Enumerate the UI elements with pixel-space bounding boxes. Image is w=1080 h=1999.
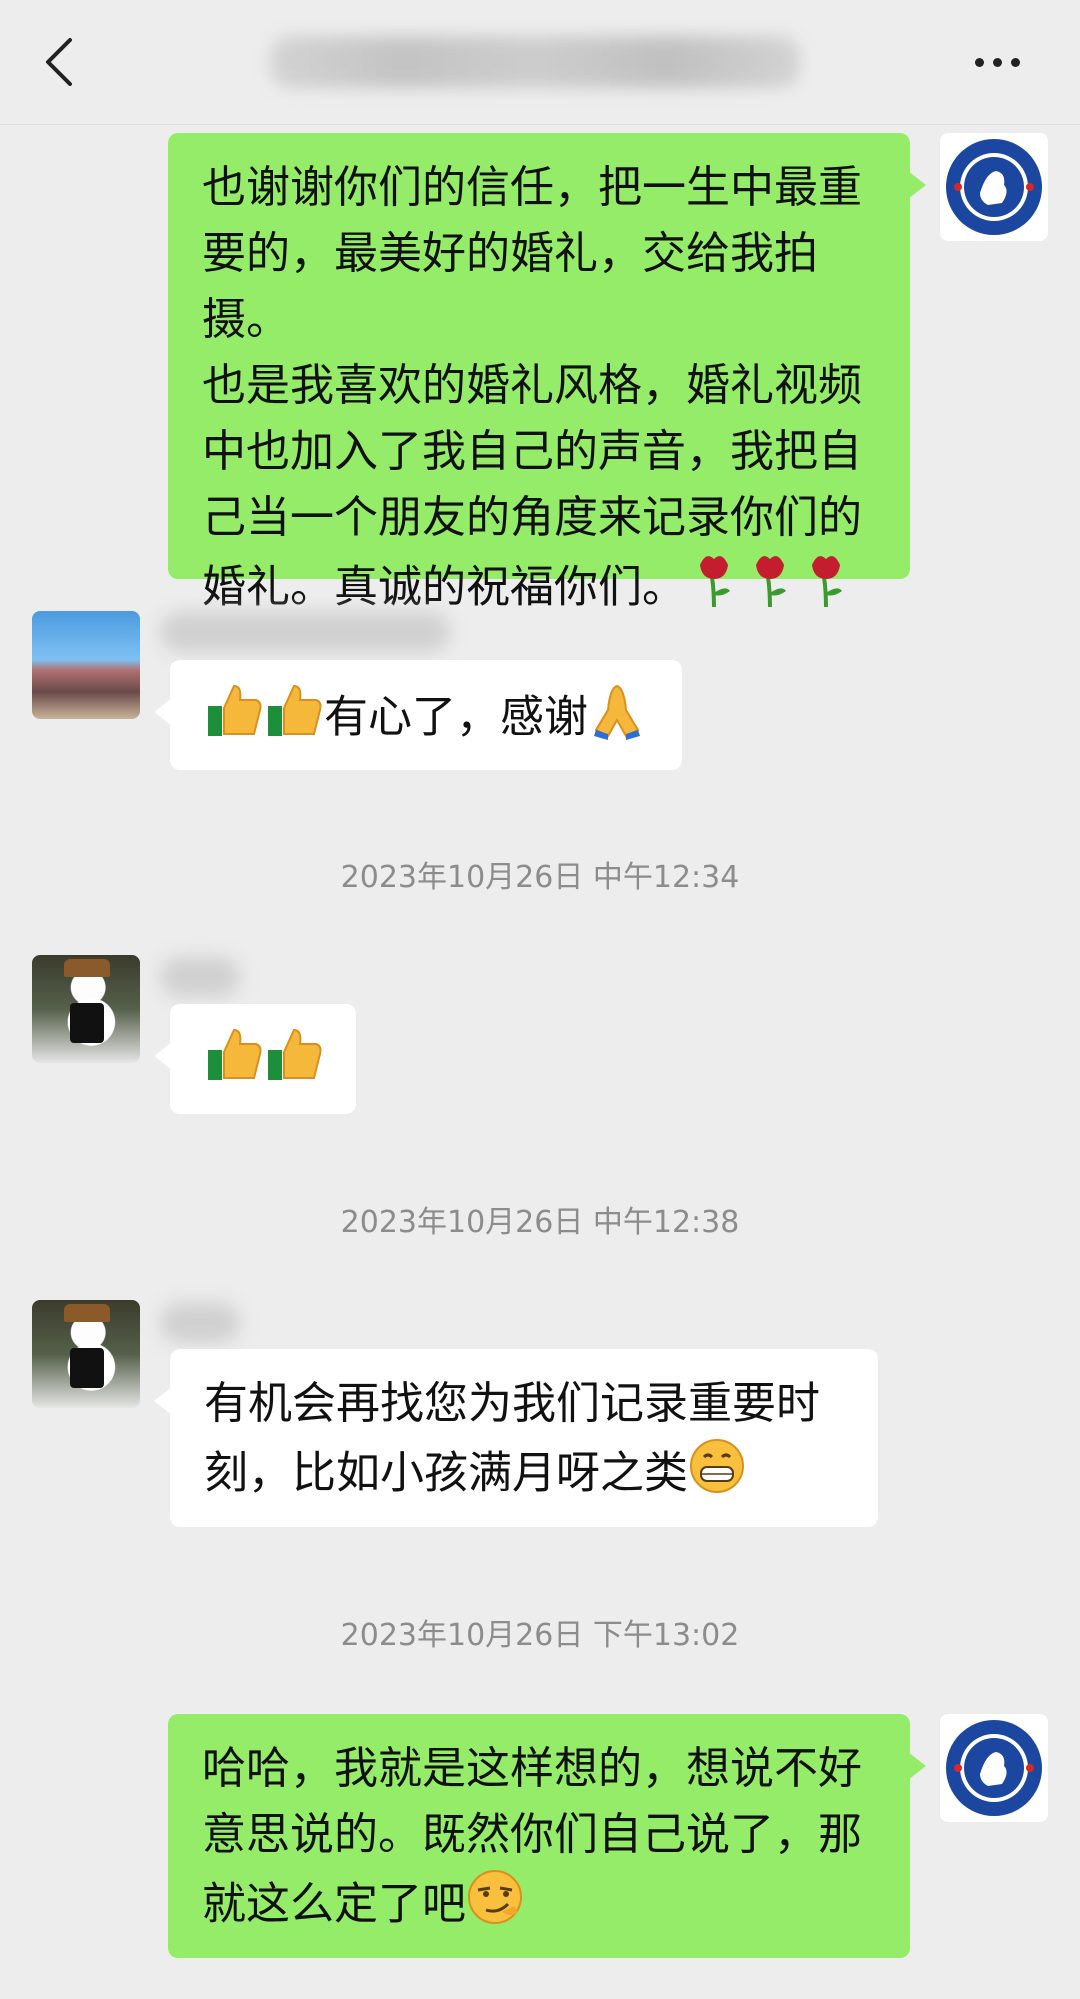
smirking-face-icon [466, 1868, 524, 1945]
rose-icon [742, 551, 798, 628]
chevron-left-icon[interactable] [40, 34, 80, 90]
ellipsis-icon[interactable] [975, 52, 1035, 72]
message-bubble-self[interactable]: 哈哈，我就是这样想的，想说不好 意思说的。既然你们自己说了，那 就这么定了吧 [168, 1714, 926, 1958]
message-text: 有心了，感谢 [324, 691, 588, 743]
rose-icon [798, 551, 854, 628]
folded-hands-icon [588, 680, 646, 759]
thumbs-up-icon [264, 680, 324, 759]
timestamp: 2023年10月26日 下午13:02 [340, 1618, 740, 1653]
thumbs-up-icon [204, 1024, 264, 1103]
avatar-contact-2[interactable] [32, 1300, 140, 1408]
avatar-contact-1[interactable] [32, 611, 140, 719]
avatar-chelsea[interactable] [940, 1714, 1048, 1822]
sender-name [160, 957, 240, 997]
avatar-contact-2[interactable] [32, 955, 140, 1063]
message-bubble-other[interactable] [154, 1004, 356, 1114]
chat-title [270, 36, 800, 88]
chat-header [0, 0, 1080, 125]
rose-icon [686, 551, 742, 628]
sender-name [160, 612, 450, 652]
message-bubble-other[interactable]: 有机会再找您为我们记录重要时 刻，比如小孩满月呀之类 [154, 1349, 878, 1527]
sender-name [160, 1303, 240, 1343]
thumbs-up-icon [204, 680, 264, 759]
avatar-chelsea[interactable] [940, 133, 1048, 241]
chelsea-logo-icon [944, 1718, 1044, 1818]
timestamp: 2023年10月26日 中午12:38 [340, 1205, 740, 1240]
message-text: 也谢谢你们的信任，把一生中最重 要的，最美好的婚礼，交给我拍摄。 也是我喜欢的婚… [202, 162, 862, 613]
message-text: 哈哈，我就是这样想的，想说不好 意思说的。既然你们自己说了，那 就这么定了吧 [202, 1743, 862, 1930]
timestamp: 2023年10月26日 中午12:34 [340, 860, 740, 895]
grinning-face-icon [688, 1437, 746, 1514]
thumbs-up-icon [264, 1024, 324, 1103]
chelsea-logo-icon [944, 137, 1044, 237]
message-bubble-self[interactable]: 也谢谢你们的信任，把一生中最重 要的，最美好的婚礼，交给我拍摄。 也是我喜欢的婚… [168, 133, 926, 613]
message-bubble-other[interactable]: 有心了，感谢 [154, 660, 682, 770]
